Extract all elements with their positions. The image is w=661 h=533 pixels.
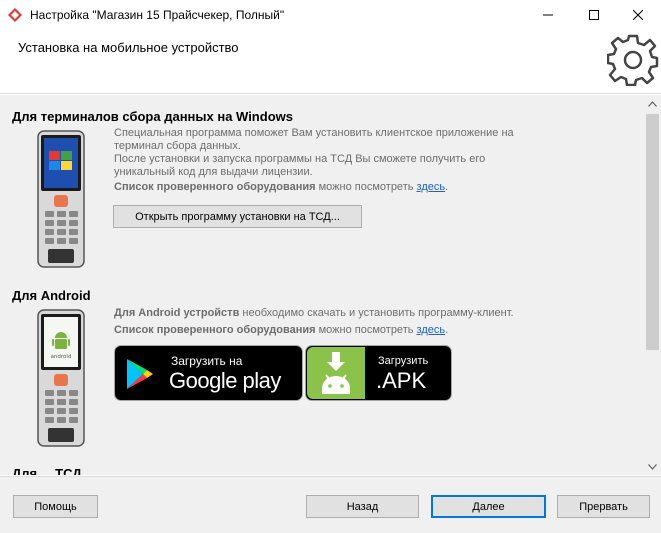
window-title: Настройка "Магазин 15 Прайсчекер, Полный… [30, 8, 285, 22]
android-hw-bold: Список проверенного оборудования [114, 324, 316, 336]
section-title-next-partial: Для ... ТСД [12, 467, 82, 475]
section-title-windows: Для терминалов сбора данных на Windows [12, 109, 293, 124]
android-description: Для Android устройств необходимо скачать… [114, 307, 524, 337]
android-device-label: android [51, 354, 72, 360]
wizard-footer: Помощь Назад Далее Прервать [0, 476, 661, 533]
scroll-up-button[interactable] [644, 95, 661, 112]
android-hw-line: Список проверенного оборудования можно п… [114, 324, 524, 337]
cancel-button[interactable]: Прервать [557, 495, 650, 518]
windows-hw-text: можно посмотреть [315, 181, 417, 193]
minimize-icon [543, 14, 553, 16]
scroll-down-button[interactable] [644, 458, 661, 475]
section-title-android: Для Android [12, 288, 91, 303]
android-hw-end: . [445, 324, 449, 336]
close-icon [633, 10, 643, 20]
google-play-caption: Загрузить на [171, 354, 243, 368]
wizard-header: Установка на мобильное устройство [0, 30, 661, 94]
next-button[interactable]: Далее [431, 495, 546, 518]
apk-caption: Загрузить [378, 355, 429, 367]
content-panel: Для терминалов сбора данных на Windows С… [0, 95, 661, 475]
page-title: Установка на мобильное устройство [18, 40, 239, 55]
windows-desc-line-1: Специальная программа поможет Вам устано… [114, 127, 514, 152]
app-icon [8, 8, 22, 22]
google-play-icon [127, 359, 153, 389]
help-button[interactable]: Помощь [13, 495, 98, 518]
android-hw-link[interactable]: здесь [417, 324, 446, 336]
gear-icon [607, 34, 659, 86]
scroll-thumb[interactable] [646, 114, 659, 350]
windows-hw-bold: Список проверенного оборудования [114, 181, 316, 193]
windows-hw-link[interactable]: здесь [417, 181, 446, 193]
back-button[interactable]: Назад [306, 495, 419, 518]
maximize-icon [589, 10, 599, 20]
apk-icon-background [307, 347, 365, 399]
android-hw-text: можно посмотреть [315, 324, 417, 336]
windows-terminal-image [37, 130, 85, 268]
windows-hw-end: . [445, 181, 449, 193]
android-desc-line: Для Android устройств необходимо скачать… [114, 307, 524, 320]
download-apk-button[interactable]: Загрузить .APK [305, 345, 452, 401]
vertical-scrollbar[interactable] [644, 95, 661, 475]
google-play-button[interactable]: Загрузить на Google play [114, 345, 303, 401]
open-installer-button[interactable]: Открыть программу установки на ТСД... [113, 205, 362, 228]
chevron-down-icon [648, 463, 657, 470]
google-play-label: Google play [169, 368, 281, 393]
maximize-button[interactable] [571, 0, 617, 30]
windows-hw-line: Список проверенного оборудования можно п… [114, 181, 524, 194]
android-desc-bold: Для Android устройств [114, 307, 240, 319]
apk-label: .APK [376, 368, 427, 393]
minimize-button[interactable] [525, 0, 571, 30]
title-bar: Настройка "Магазин 15 Прайсчекер, Полный… [0, 0, 661, 30]
android-download-icon [322, 352, 350, 394]
windows-description: Специальная программа поможет Вам устано… [114, 127, 524, 194]
android-desc-text: необходимо скачать и установить программ… [239, 307, 514, 319]
close-button[interactable] [615, 0, 661, 30]
android-terminal-image: android [37, 309, 85, 447]
chevron-up-icon [648, 100, 657, 107]
windows-desc-line-2: После установки и запуска программы на Т… [114, 153, 486, 178]
